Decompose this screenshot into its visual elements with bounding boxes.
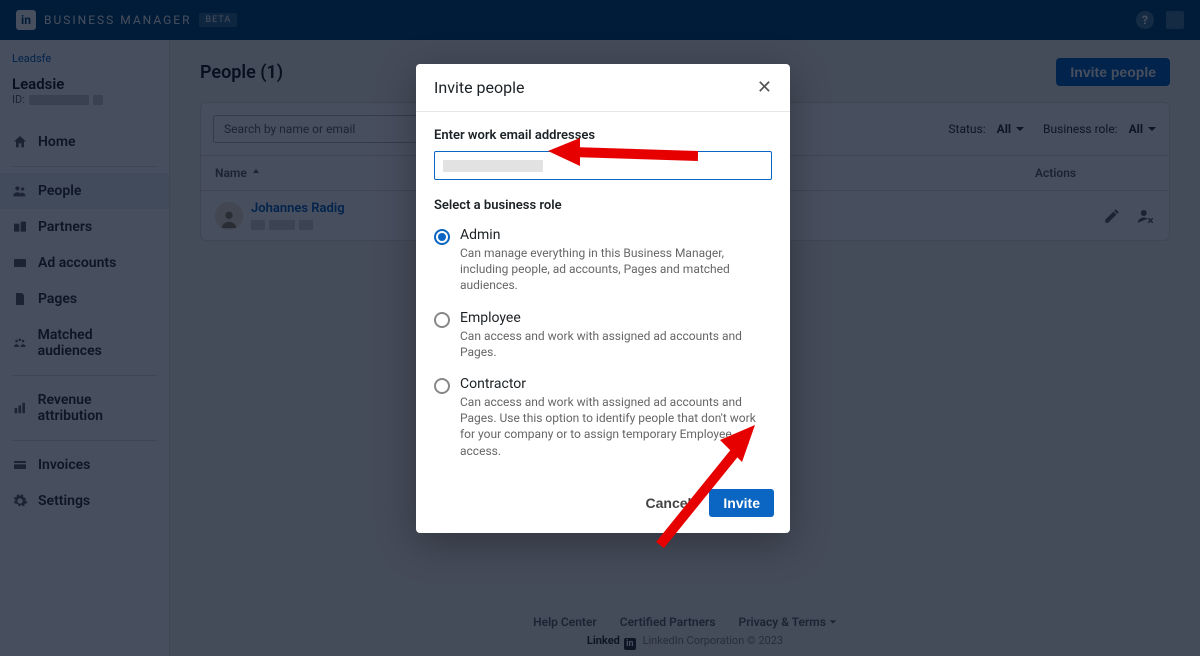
invite-people-modal: Invite people ✕ Enter work email address… bbox=[416, 64, 790, 533]
role-desc: Can access and work with assigned ad acc… bbox=[460, 394, 772, 459]
role-option-contractor[interactable]: Contractor Can access and work with assi… bbox=[434, 370, 772, 469]
email-label: Enter work email addresses bbox=[434, 128, 772, 143]
role-option-admin[interactable]: Admin Can manage everything in this Busi… bbox=[434, 221, 772, 304]
role-name: Employee bbox=[460, 310, 772, 326]
email-input[interactable] bbox=[434, 151, 772, 180]
invite-button[interactable]: Invite bbox=[709, 489, 774, 517]
close-icon[interactable]: ✕ bbox=[757, 79, 772, 97]
role-option-employee[interactable]: Employee Can access and work with assign… bbox=[434, 304, 772, 370]
modal-title: Invite people bbox=[434, 78, 524, 97]
role-name: Admin bbox=[460, 227, 772, 243]
radio-icon[interactable] bbox=[434, 378, 450, 394]
cancel-button[interactable]: Cancel bbox=[638, 489, 700, 517]
role-desc: Can manage everything in this Business M… bbox=[460, 245, 772, 294]
radio-checked-icon[interactable] bbox=[434, 229, 450, 245]
role-name: Contractor bbox=[460, 376, 772, 392]
role-desc: Can access and work with assigned ad acc… bbox=[460, 328, 772, 360]
role-label: Select a business role bbox=[434, 198, 772, 213]
radio-icon[interactable] bbox=[434, 312, 450, 328]
